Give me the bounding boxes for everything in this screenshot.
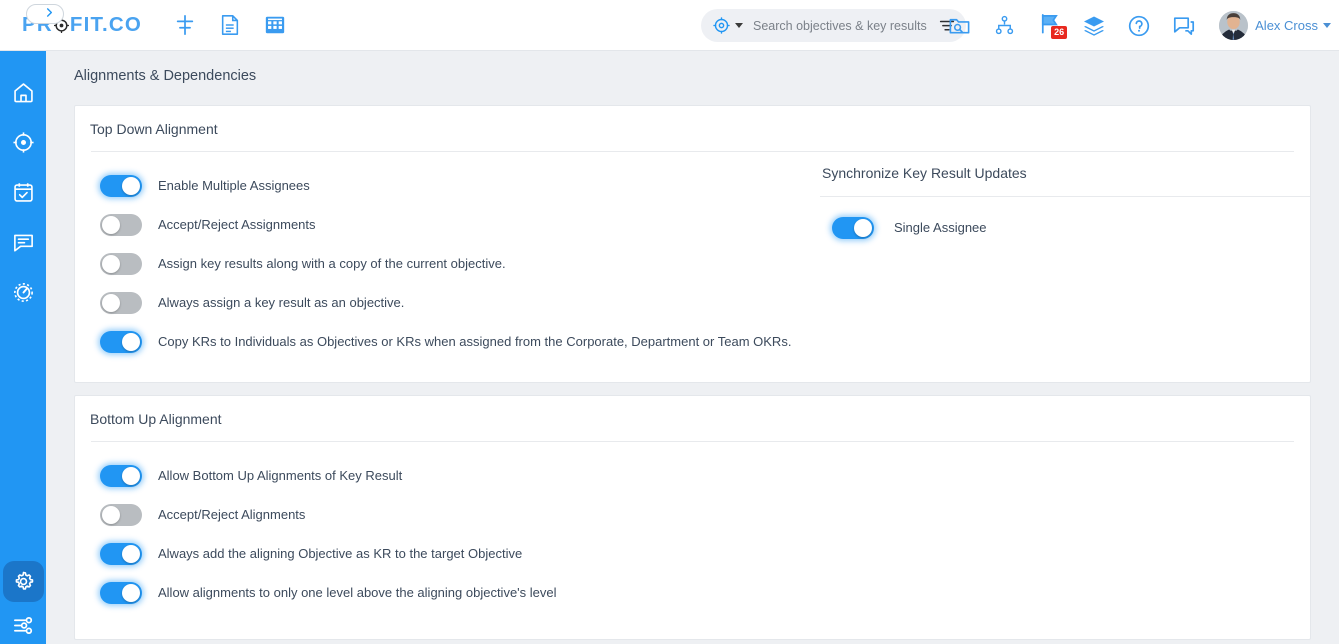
- sidebar-expand-button[interactable]: [26, 4, 64, 24]
- toggle-knob: [122, 544, 140, 563]
- sidebar-item-settings[interactable]: [2, 561, 44, 602]
- toggle-knob: [122, 176, 140, 195]
- setting-label: Accept/Reject Assignments: [158, 217, 316, 232]
- setting-row: Always add the aligning Objective as KR …: [75, 534, 820, 573]
- sidebar-item-objectives[interactable]: [6, 129, 40, 155]
- toggle-always-add-aligning-objective-as-kr[interactable]: [100, 542, 142, 565]
- setting-row: Accept/Reject Alignments: [75, 495, 820, 534]
- sidebar-item-preferences[interactable]: [6, 612, 40, 638]
- toggle-knob: [102, 215, 120, 234]
- setting-row: Accept/Reject Assignments: [75, 205, 820, 244]
- toggle-always-assign-kr-as-objective[interactable]: [100, 291, 142, 314]
- toggle-allow-bottom-up-alignments[interactable]: [100, 464, 142, 487]
- card-title: Bottom Up Alignment: [90, 411, 222, 427]
- grid-table-icon[interactable]: [262, 12, 288, 38]
- toggle-accept-reject-alignments[interactable]: [100, 503, 142, 526]
- setting-label: Always assign a key result as an objecti…: [158, 295, 405, 310]
- logo-text-suffix: FIT.CO: [69, 13, 143, 36]
- toggle-accept-reject-assignments[interactable]: [100, 213, 142, 236]
- setting-row: Enable Multiple Assignees: [75, 166, 820, 205]
- toggle-knob: [122, 332, 140, 351]
- chevron-right-icon: [44, 5, 55, 23]
- notifications-flag[interactable]: 26: [1035, 12, 1068, 40]
- notification-badge: 26: [1051, 25, 1068, 39]
- header-action-icons: 26 Alex Cross: [945, 0, 1331, 51]
- user-avatar: [1219, 11, 1249, 40]
- card-bottom-up-alignment: Bottom Up Alignment Allow Bottom Up Alig…: [74, 395, 1311, 640]
- toggle-enable-multiple-assignees[interactable]: [100, 174, 142, 197]
- toggle-knob: [102, 254, 120, 273]
- search-input[interactable]: [753, 18, 938, 33]
- bottom-up-left-column: Allow Bottom Up Alignments of Key Result…: [75, 442, 820, 612]
- align-distribute-icon[interactable]: [172, 12, 198, 38]
- setting-label: Enable Multiple Assignees: [158, 178, 310, 193]
- card-title: Top Down Alignment: [90, 121, 218, 137]
- setting-row: Allow Bottom Up Alignments of Key Result: [75, 456, 820, 495]
- org-chart-icon[interactable]: [990, 12, 1018, 40]
- main-content: Alignments & Dependencies Top Down Align…: [46, 51, 1339, 644]
- user-caret-down-icon[interactable]: [1323, 23, 1331, 28]
- search-scope-caret-down-icon[interactable]: [735, 23, 743, 28]
- user-name-label: Alex Cross: [1255, 18, 1318, 33]
- card-top-down-alignment: Top Down Alignment Enable Multiple Assig…: [74, 105, 1311, 383]
- setting-row: Always assign a key result as an objecti…: [75, 283, 820, 322]
- toggle-knob: [854, 218, 872, 237]
- top-header: PR FIT.CO Search objectives & key result…: [0, 0, 1339, 51]
- setting-row: Allow alignments to only one level above…: [75, 573, 820, 612]
- setting-label: Accept/Reject Alignments: [158, 507, 306, 522]
- page-title: Alignments & Dependencies: [74, 68, 257, 84]
- top-down-left-column: Enable Multiple Assignees Accept/Reject …: [75, 152, 820, 361]
- sidebar-item-performance[interactable]: [6, 279, 40, 305]
- left-sidebar: [0, 51, 46, 644]
- synchronize-key-result-updates-section: Synchronize Key Result Updates Single As…: [820, 152, 1310, 361]
- divider: [820, 196, 1310, 197]
- toggle-knob: [102, 505, 120, 524]
- setting-label: Assign key results along with a copy of …: [158, 256, 506, 271]
- document-icon[interactable]: [217, 12, 243, 38]
- setting-label: Allow alignments to only one level above…: [158, 585, 557, 600]
- setting-label: Copy KRs to Individuals as Objectives or…: [158, 334, 792, 349]
- setting-row: Copy KRs to Individuals as Objectives or…: [75, 322, 820, 361]
- setting-label: Allow Bottom Up Alignments of Key Result: [158, 468, 403, 483]
- chat-icon[interactable]: [1170, 12, 1198, 40]
- folder-search-icon[interactable]: [945, 12, 973, 40]
- toggle-assign-key-results-with-copy[interactable]: [100, 252, 142, 275]
- toggle-copy-krs-to-individuals[interactable]: [100, 330, 142, 353]
- sidebar-bottom-nav: [0, 561, 46, 644]
- global-search-bar[interactable]: [701, 9, 966, 42]
- card-columns: Enable Multiple Assignees Accept/Reject …: [75, 152, 1310, 361]
- layers-icon[interactable]: [1080, 12, 1108, 40]
- toggle-single-assignee[interactable]: [832, 216, 874, 239]
- toggle-knob: [102, 293, 120, 312]
- help-icon[interactable]: [1125, 12, 1153, 40]
- toggle-knob: [122, 466, 140, 485]
- setting-label: Always add the aligning Objective as KR …: [158, 546, 523, 561]
- search-scope-target-icon[interactable]: [713, 17, 730, 34]
- setting-row: Assign key results along with a copy of …: [75, 244, 820, 283]
- section-title: Synchronize Key Result Updates: [822, 165, 1027, 181]
- sidebar-item-tasks[interactable]: [6, 179, 40, 205]
- user-menu[interactable]: Alex Cross: [1219, 11, 1331, 40]
- header-quick-icons: [172, 12, 288, 38]
- sidebar-item-home[interactable]: [6, 79, 40, 105]
- sidebar-item-conversations[interactable]: [6, 229, 40, 255]
- setting-row: Single Assignee: [820, 208, 1310, 247]
- toggle-allow-one-level-above-alignments[interactable]: [100, 581, 142, 604]
- toggle-knob: [122, 583, 140, 602]
- sidebar-nav: [0, 51, 46, 305]
- setting-label: Single Assignee: [894, 220, 987, 235]
